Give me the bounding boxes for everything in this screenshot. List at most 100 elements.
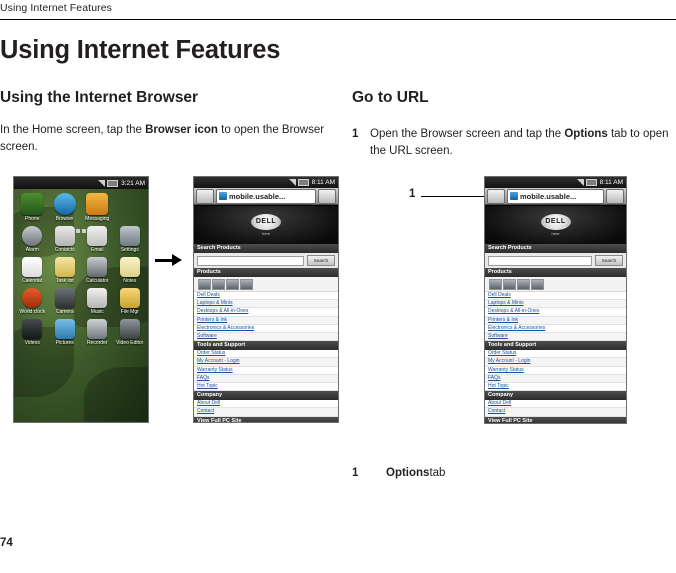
favicon-icon (510, 191, 518, 200)
app-task-list[interactable]: Task list (49, 257, 82, 284)
app-messaging[interactable]: Messaging (81, 193, 114, 222)
browser-page-content: DELL here Search Products Search Product… (194, 206, 338, 422)
browser-toolbar: mobile.usable... (194, 188, 338, 205)
calculator-icon (87, 257, 108, 277)
app-pictures[interactable]: Pictures (49, 319, 82, 346)
search-input[interactable] (197, 255, 304, 266)
browser-status-bar: 8:11 AM (194, 177, 338, 188)
url-bar[interactable]: mobile.usable... (216, 188, 316, 204)
app-music[interactable]: Music (81, 288, 114, 315)
step-text-part1: Open the Browser screen and tap the (370, 128, 565, 140)
view-full-site-bar[interactable]: View Full PC Site (194, 416, 338, 422)
search-button[interactable]: Search (595, 255, 623, 266)
product-link[interactable]: Software (194, 333, 338, 342)
product-link[interactable]: Laptops & Minis (194, 300, 338, 309)
back-arrow-icon[interactable] (487, 188, 505, 204)
url-text: mobile.usable... (229, 191, 286, 201)
company-link[interactable]: Contact (485, 408, 626, 417)
product-link[interactable]: Software (485, 333, 626, 342)
home-app-grid: Phone Browser Messaging Alarm Contacts E… (14, 191, 148, 346)
options-tab-button[interactable] (318, 188, 336, 204)
app-file-manager[interactable]: File Mgr (114, 288, 147, 315)
app-label: Music (90, 309, 104, 315)
legend-suffix: tab (429, 467, 446, 479)
app-notes[interactable]: Notes (114, 257, 147, 284)
search-products-header: Search Products (194, 244, 338, 253)
product-link[interactable]: Printers & Ink (485, 316, 626, 325)
app-video-editor[interactable]: Video Editor (114, 319, 147, 346)
paragraph-bold-term: Browser icon (145, 124, 218, 136)
support-link[interactable]: Hot Topic (485, 383, 626, 392)
step-item: 1 Open the Browser screen and tap the Op… (352, 126, 676, 160)
tools-support-header: Tools and Support (194, 341, 338, 351)
page-number: 74 (0, 537, 13, 549)
app-alarm[interactable]: Alarm (16, 226, 49, 253)
file-manager-icon (119, 288, 140, 308)
support-link[interactable]: Order Status (485, 350, 626, 359)
support-link[interactable]: Order Status (194, 350, 338, 359)
music-icon (87, 288, 108, 308)
legend-number: 1 (352, 467, 359, 479)
pictures-icon (54, 319, 75, 339)
video-editor-icon (119, 319, 140, 339)
world-clock-icon (22, 288, 43, 308)
product-link[interactable]: Dell Deals (194, 292, 338, 301)
back-arrow-icon[interactable] (196, 188, 214, 204)
app-label: Browser (55, 216, 74, 222)
step-text: Open the Browser screen and tap the Opti… (370, 126, 676, 160)
status-clock: 8:11 AM (311, 179, 335, 186)
app-phone[interactable]: Phone (16, 193, 49, 222)
product-link[interactable]: Dell Deals (485, 292, 626, 301)
app-world-clock[interactable]: World clock (16, 288, 49, 315)
contacts-icon (54, 226, 75, 246)
support-link[interactable]: My Account - Login (485, 358, 626, 367)
task-list-icon (54, 257, 75, 277)
status-clock: 8:11 AM (599, 179, 623, 186)
search-button[interactable]: Search (307, 255, 335, 266)
dell-banner: DELL here (485, 206, 626, 244)
browser-page-content: DELL here Search Products Search Product… (485, 206, 626, 423)
app-browser[interactable]: Browser (49, 193, 82, 222)
settings-gear-icon (119, 226, 140, 246)
company-header: Company (485, 391, 626, 401)
favicon-icon (219, 191, 227, 200)
support-link[interactable]: My Account - Login (194, 358, 338, 367)
company-link[interactable]: About Dell (194, 400, 338, 409)
url-bar[interactable]: mobile.usable... (507, 188, 604, 204)
app-label: Alarm (25, 247, 39, 253)
status-clock: 3:21 AM (121, 179, 145, 187)
app-videos[interactable]: Videos (16, 319, 49, 346)
support-link[interactable]: Warranty Status (485, 367, 626, 375)
product-link[interactable]: Desktops & All-in-Ones (194, 308, 338, 317)
support-link[interactable]: Hot Topic (194, 383, 338, 392)
view-full-site-bar[interactable]: View Full PC Site (485, 416, 626, 423)
steps-list: 1 Open the Browser screen and tap the Op… (352, 126, 676, 160)
app-settings[interactable]: Settings (114, 226, 147, 253)
search-row: Search (194, 253, 338, 268)
app-label: Camera (55, 309, 74, 315)
app-calculator[interactable]: Calculator (81, 257, 114, 284)
product-thumbnails (485, 277, 626, 292)
product-link[interactable]: Printers & Ink (194, 316, 338, 325)
product-thumbnails (194, 277, 338, 292)
app-recorder[interactable]: Recorder (81, 319, 114, 346)
signal-icon (98, 179, 106, 187)
app-label: World clock (19, 309, 46, 315)
header-rule (0, 19, 676, 20)
product-link[interactable]: Laptops & Minis (485, 300, 626, 309)
support-link[interactable]: FAQs (194, 374, 338, 384)
dell-banner: DELL here (194, 206, 338, 244)
product-link[interactable]: Desktops & All-in-Ones (485, 308, 626, 317)
product-link[interactable]: Electronics & Accessories (485, 325, 626, 334)
support-link[interactable]: FAQs (485, 374, 626, 384)
search-input[interactable] (488, 255, 592, 266)
dell-logo: DELL (540, 214, 571, 230)
company-link[interactable]: About Dell (485, 400, 626, 409)
battery-icon (585, 179, 597, 186)
app-calendar[interactable]: Calendar (16, 257, 49, 284)
product-link[interactable]: Electronics & Accessories (194, 325, 338, 334)
options-tab-button[interactable] (606, 188, 624, 204)
app-camera[interactable]: Camera (49, 288, 82, 315)
company-link[interactable]: Contact (194, 408, 338, 417)
support-link[interactable]: Warranty Status (194, 367, 338, 375)
